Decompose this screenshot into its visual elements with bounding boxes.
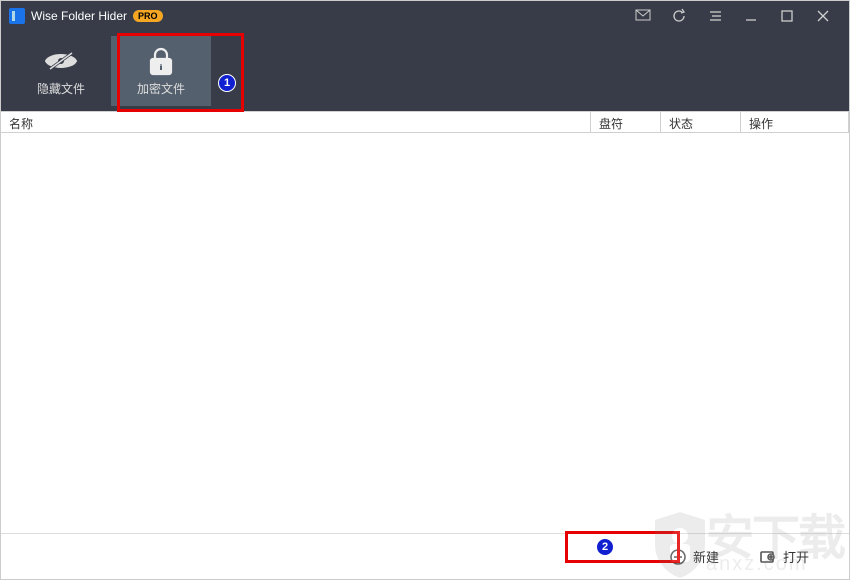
tab-encrypt-label: 加密文件 bbox=[137, 80, 185, 97]
minimize-button[interactable] bbox=[733, 1, 769, 31]
close-button[interactable] bbox=[805, 1, 841, 31]
feedback-icon[interactable] bbox=[625, 1, 661, 31]
col-status[interactable]: 状态 bbox=[661, 112, 741, 132]
titlebar: Wise Folder Hider PRO bbox=[1, 1, 849, 31]
tab-encrypt-file[interactable]: 加密文件 bbox=[111, 36, 211, 106]
pro-badge: PRO bbox=[133, 10, 163, 22]
open-button[interactable]: 打开 bbox=[759, 547, 809, 566]
main-toolbar: 隐藏文件 加密文件 bbox=[1, 31, 849, 111]
tab-hide-label: 隐藏文件 bbox=[37, 80, 85, 97]
refresh-icon[interactable] bbox=[661, 1, 697, 31]
app-window: Wise Folder Hider PRO bbox=[0, 0, 850, 580]
open-icon bbox=[759, 548, 777, 566]
lock-icon bbox=[143, 46, 179, 76]
col-drive[interactable]: 盘符 bbox=[591, 112, 661, 132]
plus-circle-icon bbox=[669, 548, 687, 566]
open-label: 打开 bbox=[783, 547, 809, 566]
maximize-button[interactable] bbox=[769, 1, 805, 31]
eye-slash-icon bbox=[43, 46, 79, 76]
tab-hide-file[interactable]: 隐藏文件 bbox=[11, 36, 111, 106]
col-name[interactable]: 名称 bbox=[1, 112, 591, 132]
menu-icon[interactable] bbox=[697, 1, 733, 31]
new-button[interactable]: 新建 bbox=[669, 547, 719, 566]
footer-bar: 新建 打开 bbox=[1, 533, 849, 579]
app-title: Wise Folder Hider bbox=[31, 9, 127, 23]
new-label: 新建 bbox=[693, 547, 719, 566]
col-ops[interactable]: 操作 bbox=[741, 112, 849, 132]
file-list-area bbox=[1, 133, 849, 533]
app-icon bbox=[9, 8, 25, 24]
column-header: 名称 盘符 状态 操作 bbox=[1, 111, 849, 133]
annotation-badge-1: 1 bbox=[218, 74, 236, 92]
annotation-badge-2: 2 bbox=[596, 538, 614, 556]
